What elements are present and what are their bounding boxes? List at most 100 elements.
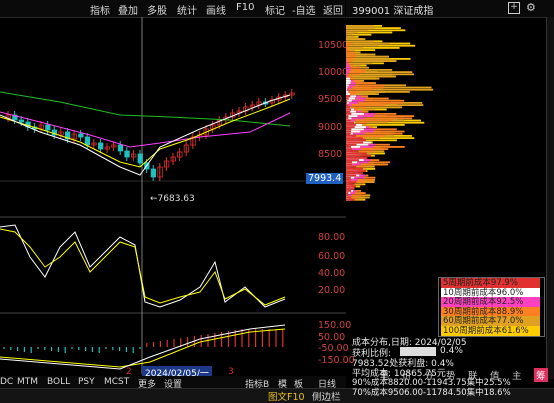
cost-bar <box>346 27 376 29</box>
toolbar-overlay[interactable]: 叠加 <box>118 2 138 17</box>
sidebar-toggle[interactable]: 侧边栏 <box>312 389 341 403</box>
cost-bar <box>346 135 356 137</box>
cost-bar <box>346 187 355 190</box>
macd-tick: -150.00 <box>318 355 355 366</box>
cost-bar <box>346 58 353 60</box>
toolbar-mark[interactable]: 标记 <box>265 2 285 17</box>
cost-bar <box>346 163 352 166</box>
toolbar-indicator[interactable]: 指标 <box>90 2 110 17</box>
cost-bar <box>346 168 363 170</box>
cost-bar <box>346 93 350 95</box>
status-tab[interactable]: 势 <box>446 368 456 382</box>
cost-bar <box>346 77 350 80</box>
kdj-tick: 20.00 <box>318 285 346 296</box>
cost-bar <box>346 159 359 161</box>
cost-bar <box>346 99 348 102</box>
kdj-tick: 60.00 <box>318 251 346 262</box>
cost-bar <box>346 130 351 133</box>
toolbar-back[interactable]: 返回 <box>323 2 343 17</box>
cost-bar <box>346 121 355 124</box>
cost-70: 70%成本9506.00-11784.50集中18.6% <box>352 388 511 398</box>
candle-body <box>117 144 124 152</box>
cost-bar <box>346 179 351 181</box>
cost-bar <box>346 170 366 172</box>
status-tab[interactable]: 主 <box>512 368 522 382</box>
right-side-rail <box>546 17 554 379</box>
cost-bar <box>346 73 360 76</box>
price-tick: 8500 <box>318 149 343 160</box>
cost-bar <box>346 38 366 40</box>
cost-bar <box>346 174 357 177</box>
cost-bar <box>346 36 356 38</box>
cost-bar <box>346 161 353 164</box>
tab-dc[interactable]: DC <box>0 377 13 387</box>
toolbar-multi[interactable]: 多股 <box>147 2 167 17</box>
legend-row: 5周期前成本97.9% <box>441 278 540 288</box>
cost-bar <box>346 117 349 120</box>
status-tab[interactable]: 联 <box>468 368 478 382</box>
status-tab[interactable]: 筹 <box>534 368 548 382</box>
tab-mtm[interactable]: MTM <box>17 377 38 387</box>
cost-bar <box>346 108 351 111</box>
cost-bar <box>346 132 351 135</box>
status-tab[interactable]: 笔 <box>380 368 390 382</box>
f10-link[interactable]: 图文F10 <box>268 389 305 403</box>
status-tab[interactable]: 值 <box>490 368 500 382</box>
cost-bar <box>346 106 351 109</box>
cost-bar <box>346 44 350 47</box>
cost-bar <box>346 157 368 159</box>
tab-mcst[interactable]: MCST <box>104 377 129 387</box>
toolbar-draw[interactable]: 画线 <box>206 2 226 17</box>
cost-bar <box>346 102 348 104</box>
cost-bar <box>346 190 352 192</box>
cost-legend: 5周期前成本97.9% 10周期前成本96.0% 20周期前成本92.5% 30周期前… <box>438 277 545 337</box>
cost-bar <box>346 88 348 91</box>
status-tab[interactable]: 价 <box>402 368 412 382</box>
cost-bar <box>346 73 348 76</box>
cost-bar <box>346 192 349 194</box>
status-tab[interactable]: 分 <box>424 368 434 382</box>
legend-row: 60周期前成本77.0% <box>441 316 540 327</box>
cost-bar <box>346 181 357 183</box>
candle-body <box>78 133 84 138</box>
cost-bar <box>346 154 371 157</box>
tab-boll[interactable]: BOLL <box>47 377 70 387</box>
toolbar-watchlist[interactable]: -自选 <box>292 2 316 17</box>
cost-bar <box>346 198 355 201</box>
stock-title: 399001 深证成指 <box>352 6 434 17</box>
cost-bar <box>346 97 349 100</box>
candle-body <box>137 153 143 164</box>
tab-psy[interactable]: PSY <box>78 377 95 387</box>
cost-bar <box>346 143 357 146</box>
cost-bar <box>346 88 373 91</box>
cost-bar <box>346 51 353 54</box>
toolbar-stats[interactable]: 统计 <box>177 2 197 17</box>
kdj-d-line <box>0 228 286 306</box>
kdj-k-line <box>0 224 286 308</box>
legend-row: 20周期前成本92.5% <box>441 297 540 308</box>
price-tick: 9000 <box>318 122 343 133</box>
cost-bar <box>346 64 350 67</box>
cost-bar <box>346 139 366 142</box>
cost-bar <box>346 152 368 155</box>
ma60-line <box>0 91 291 127</box>
plus-box-icon[interactable]: + <box>508 2 520 14</box>
cost-bar <box>346 165 357 168</box>
current-price-tag: 7993.4 <box>306 173 344 184</box>
cost-bar <box>346 60 397 62</box>
cost-bar <box>346 150 359 153</box>
cost-bar <box>346 119 351 122</box>
cost-bar <box>346 183 355 186</box>
cost-bar <box>346 31 358 34</box>
price-tick: 10500 <box>318 40 349 51</box>
cost-bar <box>346 75 397 78</box>
cost-bar <box>346 113 352 115</box>
gear-icon[interactable]: ⚙ <box>526 1 536 14</box>
cost-bar <box>346 69 351 71</box>
toolbar-f10[interactable]: F10 <box>236 2 254 13</box>
cost-bar <box>346 95 351 98</box>
cost-bar <box>346 126 355 128</box>
profit-ratio-value: 0.4% <box>440 346 463 356</box>
cost-bar <box>346 194 349 197</box>
cost-bar <box>346 176 351 179</box>
